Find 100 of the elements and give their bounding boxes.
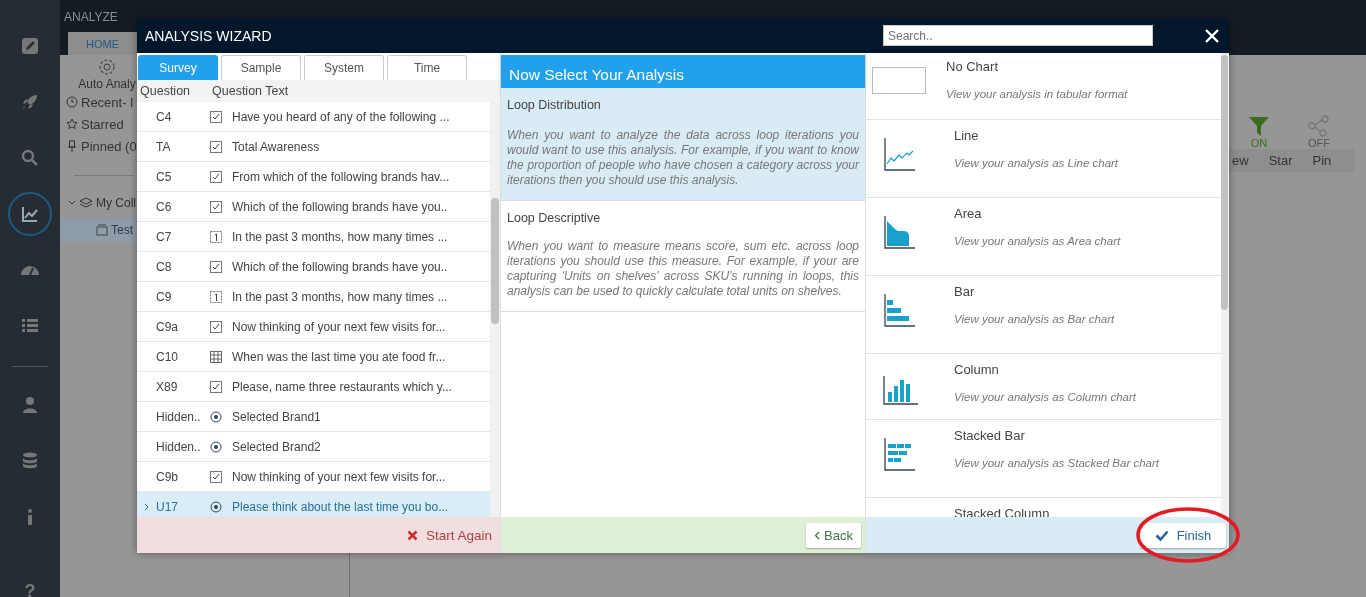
question-row[interactable]: C6 Which of the following brands have you.. xyxy=(137,192,490,222)
question-row[interactable]: C4 Have you heard of any of the following ... xyxy=(137,102,490,132)
radio-icon xyxy=(210,410,222,423)
question-id: Hidden.. xyxy=(156,439,202,454)
chevron-icon[interactable] xyxy=(68,200,76,206)
tab[interactable]: Sample xyxy=(221,55,301,80)
question-id: C9 xyxy=(156,289,173,304)
section-title: ANALYZE xyxy=(64,10,118,24)
column-header: Question Text xyxy=(212,84,289,98)
search-icon xyxy=(20,148,40,168)
filter-icon[interactable] xyxy=(1248,115,1270,137)
question-text: Selected Brand2 xyxy=(232,439,321,454)
finish-button[interactable]: Finish xyxy=(1140,522,1226,548)
checkbox-icon xyxy=(210,140,222,153)
back-button[interactable]: Back xyxy=(806,522,861,548)
question-row[interactable]: Hidden.. Selected Brand1 xyxy=(137,402,490,432)
toolbar-label[interactable]: Pin xyxy=(1312,153,1332,168)
question-id: Hidden.. xyxy=(156,409,202,424)
panel-link[interactable]: Pinned (0 xyxy=(81,138,137,154)
number-icon xyxy=(210,230,222,243)
question-text: Total Awareness xyxy=(232,139,320,154)
edit-icon xyxy=(20,36,40,56)
question-text: Have you heard of any of the following ... xyxy=(232,109,450,124)
question-id: C8 xyxy=(156,259,173,274)
question-text: Now thinking of your next few visits for... xyxy=(232,469,446,484)
chart-title: Column xyxy=(954,362,1000,377)
chart-option[interactable]: Area View your analysis as Area chart xyxy=(866,198,1221,276)
question-text: Please, name three restaurants which y... xyxy=(232,379,452,394)
question-row[interactable]: C9a Now thinking of your next few visits for... xyxy=(137,312,490,342)
database-icon xyxy=(20,451,40,471)
question-row[interactable]: C7 In the past 3 months, how many times ... xyxy=(137,222,490,252)
tab[interactable]: Time xyxy=(387,55,467,80)
collection-label[interactable]: My Coll xyxy=(96,196,136,210)
grid-icon xyxy=(210,350,222,363)
panel-link[interactable]: Recent- l xyxy=(81,94,134,110)
start-again-button[interactable]: Start Again xyxy=(398,527,500,543)
chevron-left-icon xyxy=(814,530,821,540)
question-text: Please think about the last time you bo... xyxy=(232,499,449,514)
folder-icon xyxy=(96,224,108,236)
chart-description: View your analysis as Column chart xyxy=(954,391,1136,403)
checkbox-icon xyxy=(210,200,222,213)
chart-option[interactable]: Bar View your analysis as Bar chart xyxy=(866,276,1221,354)
question-row[interactable]: C10 When was the last time you ate food fr... xyxy=(137,342,490,372)
checkbox-icon xyxy=(210,170,222,183)
panel-link[interactable]: Starred xyxy=(81,116,124,132)
chart-title: Stacked Bar xyxy=(954,428,1026,443)
question-id: C9a xyxy=(156,319,179,334)
question-id: C9b xyxy=(156,469,179,484)
analysis-option[interactable]: Loop Distribution When you want to analyze the data across loop iterations you would want to use this analysis. For example, if you want to know the proportion of people who have chosen a category across your iterations then you should use this analysis. xyxy=(501,88,865,201)
chart-option[interactable]: Stacked Bar View your analysis as Stacked Bar chart xyxy=(866,420,1221,498)
pin-icon xyxy=(66,140,78,152)
tab[interactable]: System xyxy=(304,55,384,80)
rocket-icon xyxy=(20,92,40,112)
toolbar-label[interactable]: Star xyxy=(1268,153,1293,168)
table-icon xyxy=(872,67,928,95)
close-icon[interactable] xyxy=(1205,28,1219,43)
radio-icon xyxy=(210,440,222,453)
question-row[interactable]: C5 From which of the following brands hav... xyxy=(137,162,490,192)
radio-icon xyxy=(210,500,222,513)
search-field[interactable]: Search.. xyxy=(883,25,1153,46)
question-id: TA xyxy=(156,139,172,154)
question-id: C10 xyxy=(156,349,179,364)
layers-icon xyxy=(79,196,93,210)
question-row[interactable]: Hidden.. Selected Brand2 xyxy=(137,432,490,462)
question-id: X89 xyxy=(156,379,179,394)
analysis-option[interactable]: Loop Descriptive When you want to measure means score, sum etc. across loop iterations you should use this measure. For example, if your are capturing 'Units on shelves' across SKU's running in loops, this analysis can be used to quickly calculate total units on shelves. xyxy=(501,201,865,312)
checkbox-icon xyxy=(210,320,222,333)
scrollbar[interactable] xyxy=(490,102,500,517)
toolbar-label[interactable]: ew xyxy=(1232,153,1249,168)
question-row[interactable]: C9 In the past 3 months, how many times ... xyxy=(137,282,490,312)
gear-icon xyxy=(97,57,117,77)
question-id: C6 xyxy=(156,199,173,214)
question-text: When was the last time you ate food fr... xyxy=(232,349,446,364)
chart-option[interactable]: No Chart View your analysis in tabular format xyxy=(866,53,1221,120)
toggle-state: OFF xyxy=(1308,137,1330,149)
chart-option[interactable]: Column View your analysis as Column chart xyxy=(866,354,1221,420)
checkbox-icon xyxy=(210,260,222,273)
column-header: Question xyxy=(140,84,192,98)
wizard-title: ANALYSIS WIZARD xyxy=(145,27,273,44)
chart-title: Line xyxy=(954,128,980,143)
question-text: Now thinking of your next few visits for... xyxy=(232,319,446,334)
analysis-heading: Now Select Your Analysis xyxy=(501,55,865,88)
question-text: Selected Brand1 xyxy=(232,409,321,424)
clock-icon xyxy=(66,96,78,108)
chart-title: No Chart xyxy=(946,59,1000,74)
auto-analysis-label[interactable]: Auto Analy xyxy=(78,77,136,91)
question-row[interactable]: C8 Which of the following brands have you.. xyxy=(137,252,490,282)
question-text: Which of the following brands have you.. xyxy=(232,199,448,214)
nav-item[interactable] xyxy=(8,192,52,236)
question-text: In the past 3 months, how many times ... xyxy=(232,289,448,304)
chart-description: View your analysis as Bar chart xyxy=(954,313,1115,325)
info-icon xyxy=(27,507,33,527)
question-id: C7 xyxy=(156,229,173,244)
toggle-state: ON xyxy=(1250,137,1268,149)
question-row[interactable]: TA Total Awareness xyxy=(137,132,490,162)
chart-icon xyxy=(20,204,40,224)
scrollbar[interactable] xyxy=(1221,53,1229,517)
question-row[interactable]: U17 Please think about the last time you bo... xyxy=(137,492,490,517)
question-row[interactable]: X89 Please, name three restaurants which y... xyxy=(137,372,490,402)
close-icon xyxy=(406,529,418,541)
